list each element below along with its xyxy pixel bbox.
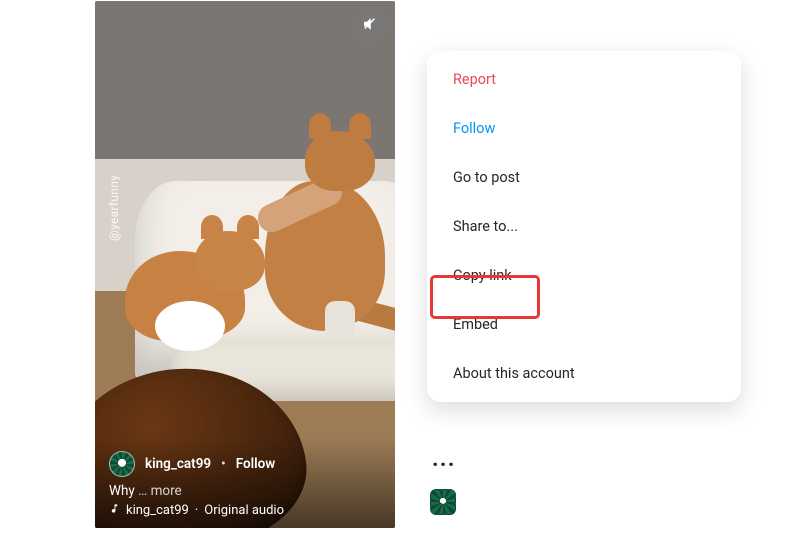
- caption-text: Why: [109, 483, 135, 499]
- caption-more-button[interactable]: more: [151, 483, 182, 499]
- caption-ellipsis: …: [138, 483, 147, 499]
- menu-item-report[interactable]: Report: [427, 55, 741, 104]
- mute-button[interactable]: [355, 11, 385, 41]
- follow-inline-button[interactable]: Follow: [236, 456, 276, 472]
- menu-item-follow[interactable]: Follow: [427, 104, 741, 153]
- user-row: king_cat99 • Follow: [109, 451, 381, 477]
- music-note-icon: [109, 503, 120, 518]
- more-options-button[interactable]: ···: [432, 454, 460, 474]
- audio-row[interactable]: king_cat99 · Original audio: [109, 503, 381, 518]
- separator-dot: •: [221, 456, 226, 472]
- cat-left: [115, 221, 265, 351]
- audio-source-avatar[interactable]: [430, 489, 456, 515]
- username[interactable]: king_cat99: [145, 456, 211, 472]
- audio-label: Original audio: [204, 503, 284, 518]
- source-watermark: @yearfunny: [107, 175, 121, 241]
- page: @yearfunny king_cat99 • Follow Why … mor…: [0, 0, 800, 551]
- reel-overlay: king_cat99 • Follow Why … more king_cat9…: [95, 439, 395, 528]
- audio-sep: ·: [195, 503, 198, 518]
- menu-item-share-to[interactable]: Share to...: [427, 202, 741, 251]
- caption: Why … more: [109, 483, 381, 499]
- mute-icon: [361, 15, 379, 37]
- post-options-menu: Report Follow Go to post Share to... Cop…: [427, 51, 741, 402]
- user-avatar[interactable]: [109, 451, 135, 477]
- menu-item-go-to-post[interactable]: Go to post: [427, 153, 741, 202]
- menu-item-about-account[interactable]: About this account: [427, 349, 741, 398]
- menu-item-embed[interactable]: Embed: [427, 300, 741, 349]
- audio-user: king_cat99: [126, 503, 189, 518]
- reel-video[interactable]: @yearfunny king_cat99 • Follow Why … mor…: [95, 1, 395, 528]
- menu-item-copy-link[interactable]: Copy link: [427, 251, 741, 300]
